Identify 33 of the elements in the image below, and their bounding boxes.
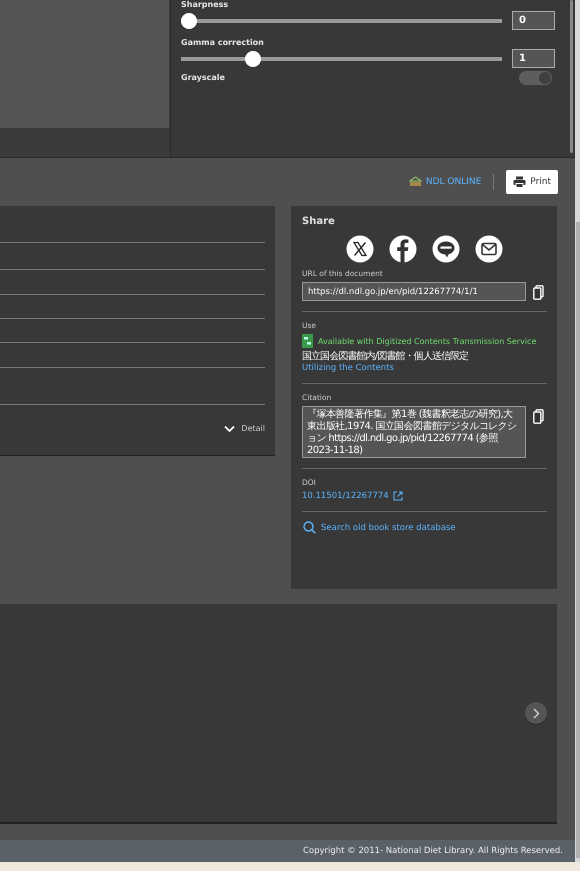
facebook-logo-icon[interactable]: [389, 235, 417, 263]
copy-icon[interactable]: [533, 285, 544, 300]
printer-icon: [513, 176, 526, 188]
url-field[interactable]: https://dl.ndl.go.jp/en/pid/12267774/1/1: [302, 282, 526, 301]
section-title: Share: [302, 216, 336, 227]
chat-bubble-icon[interactable]: [432, 235, 460, 263]
detail-link[interactable]: Detail: [224, 424, 265, 433]
slider-thumb[interactable]: [181, 12, 197, 28]
chevron-right-icon: [532, 708, 540, 718]
external-link-icon: [392, 491, 403, 501]
chevron-down-icon: [224, 424, 236, 432]
next-button[interactable]: [525, 702, 547, 724]
copyright-text: Copyright © 2011- National Diet Library. All Rights Reserved.: [0, 840, 575, 862]
citation-field[interactable]: 『塚本善隆著作集』第1巻 (魏書釈老志の研究),大東出版社,1974. 国立国会図書館デジタルコレクション https://dl.ndl.go.jp/pid/12267774 (参照 2023-11-18): [302, 406, 526, 458]
utilizing-link[interactable]: Utilizing the Contents: [302, 363, 547, 373]
search-icon: [303, 521, 316, 534]
availability-text: Available with Digitized Contents Transmission Service: [318, 336, 536, 346]
library-logo-icon: [408, 176, 422, 187]
x-logo-icon[interactable]: [346, 235, 374, 263]
slider-label: Sharpness: [181, 0, 230, 11]
search-link[interactable]: Search old book store database: [302, 521, 547, 534]
doi-link[interactable]: 10.11501/12267774: [302, 491, 547, 501]
print-button[interactable]: Print: [506, 170, 558, 194]
number-field[interactable]: 0: [512, 11, 555, 30]
toggle-label: Grayscale: [181, 72, 225, 84]
access-text: 国立国会図書館内/図書館・個人送信限定: [302, 350, 470, 363]
number-field[interactable]: 1: [512, 49, 555, 68]
copy-icon[interactable]: [533, 409, 544, 424]
mail-icon[interactable]: [475, 235, 503, 263]
slider-thumb[interactable]: [245, 50, 262, 66]
ndl-online-link[interactable]: NDL ONLINE: [408, 176, 482, 187]
slider-label: Gamma correction: [181, 37, 265, 49]
document-icon: [302, 334, 313, 348]
